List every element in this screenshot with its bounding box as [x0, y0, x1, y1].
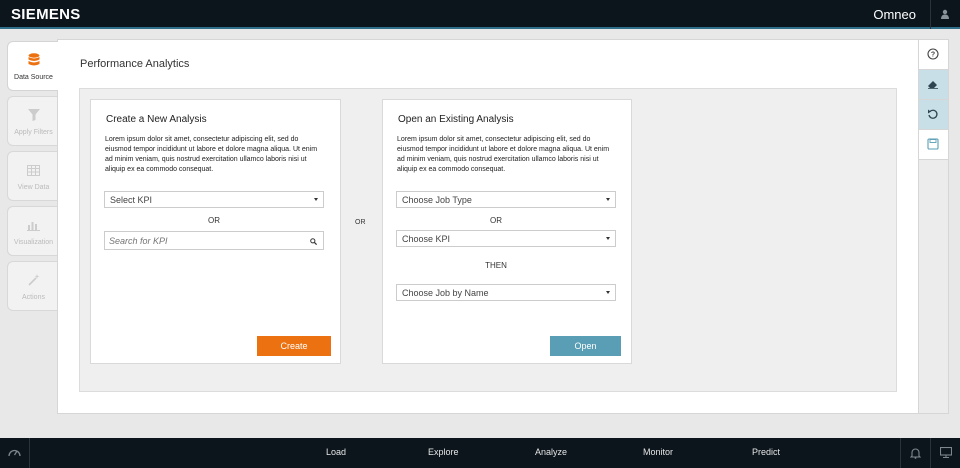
undo-icon — [928, 109, 938, 119]
display-button[interactable] — [930, 438, 960, 468]
or-label: OR — [490, 216, 502, 225]
page-title: Performance Analytics — [80, 58, 190, 70]
tab-label: Apply Filters — [14, 129, 53, 136]
open-button[interactable]: Open — [550, 336, 621, 356]
caret-down-icon — [314, 198, 318, 201]
table-icon — [8, 163, 59, 181]
tab-view-data[interactable]: View Data — [7, 151, 58, 201]
top-bar: SIEMENS Omneo — [0, 0, 960, 29]
or-label: OR — [208, 216, 220, 225]
bell-icon — [910, 448, 921, 459]
select-value: Choose Job Type — [402, 195, 472, 205]
nav-predict[interactable]: Predict — [752, 447, 780, 457]
create-button[interactable]: Create — [257, 336, 331, 356]
save-icon — [927, 138, 939, 150]
eraser-button[interactable] — [919, 70, 948, 100]
right-toolbar: ? — [919, 39, 949, 414]
select-value: Select KPI — [110, 195, 153, 205]
open-analysis-card: Open an Existing Analysis Lorem ipsum do… — [382, 99, 632, 364]
tab-visualization[interactable]: Visualization — [7, 206, 58, 256]
kpi-dropdown[interactable]: Choose KPI — [396, 230, 616, 247]
bar-chart-icon — [8, 218, 59, 236]
tab-label: Visualization — [13, 239, 54, 246]
filter-icon — [8, 108, 59, 126]
eraser-icon — [928, 81, 938, 89]
card-description: Lorem ipsum dolor sit amet, consectetur … — [397, 136, 610, 173]
save-button[interactable] — [919, 130, 948, 160]
tab-data-source[interactable]: Data Source — [7, 41, 58, 91]
tab-label: View Data — [17, 184, 50, 191]
select-value: Choose Job by Name — [402, 288, 489, 298]
nav-explore[interactable]: Explore — [428, 447, 459, 457]
monitor-icon — [940, 447, 952, 458]
help-button[interactable]: ? — [919, 40, 948, 70]
nav-load[interactable]: Load — [326, 447, 346, 457]
search-kpi-input[interactable] — [104, 231, 324, 250]
select-kpi-dropdown[interactable]: Select KPI — [104, 191, 324, 208]
bottom-bar: Load Explore Analyze Monitor Predict — [0, 438, 960, 468]
tab-apply-filters[interactable]: Apply Filters — [7, 96, 58, 146]
nav-monitor[interactable]: Monitor — [643, 447, 673, 457]
dashboard-icon — [8, 449, 21, 457]
nav-analyze[interactable]: Analyze — [535, 447, 567, 457]
card-title: Open an Existing Analysis — [398, 114, 514, 125]
undo-button[interactable] — [919, 100, 948, 130]
caret-down-icon — [606, 198, 610, 201]
job-type-dropdown[interactable]: Choose Job Type — [396, 191, 616, 208]
user-icon — [941, 9, 949, 19]
tab-label: Data Source — [14, 74, 53, 81]
caret-down-icon — [606, 291, 610, 294]
help-icon: ? — [927, 48, 939, 60]
tab-actions[interactable]: Actions — [7, 261, 58, 311]
brand-logo: SIEMENS — [11, 6, 81, 23]
caret-down-icon — [606, 237, 610, 240]
or-divider-label: OR — [355, 219, 366, 226]
analysis-area: Create a New Analysis Lorem ipsum dolor … — [79, 88, 897, 392]
select-value: Choose KPI — [402, 234, 451, 244]
tab-label: Actions — [22, 294, 45, 301]
card-description: Lorem ipsum dolor sit amet, consectetur … — [105, 136, 318, 173]
app-name: Omneo — [873, 7, 916, 22]
notifications-button[interactable] — [900, 438, 930, 468]
wand-icon — [8, 273, 59, 291]
create-analysis-card: Create a New Analysis Lorem ipsum dolor … — [90, 99, 341, 364]
svg-text:?: ? — [931, 52, 935, 59]
dashboard-button[interactable] — [0, 438, 30, 468]
job-name-dropdown[interactable]: Choose Job by Name — [396, 284, 616, 301]
card-title: Create a New Analysis — [106, 114, 207, 125]
search-icon[interactable] — [310, 238, 317, 245]
then-label: THEN — [485, 261, 507, 270]
user-button[interactable] — [931, 0, 960, 29]
main-panel: Performance Analytics Create a New Analy… — [57, 39, 919, 414]
database-icon — [8, 53, 59, 72]
